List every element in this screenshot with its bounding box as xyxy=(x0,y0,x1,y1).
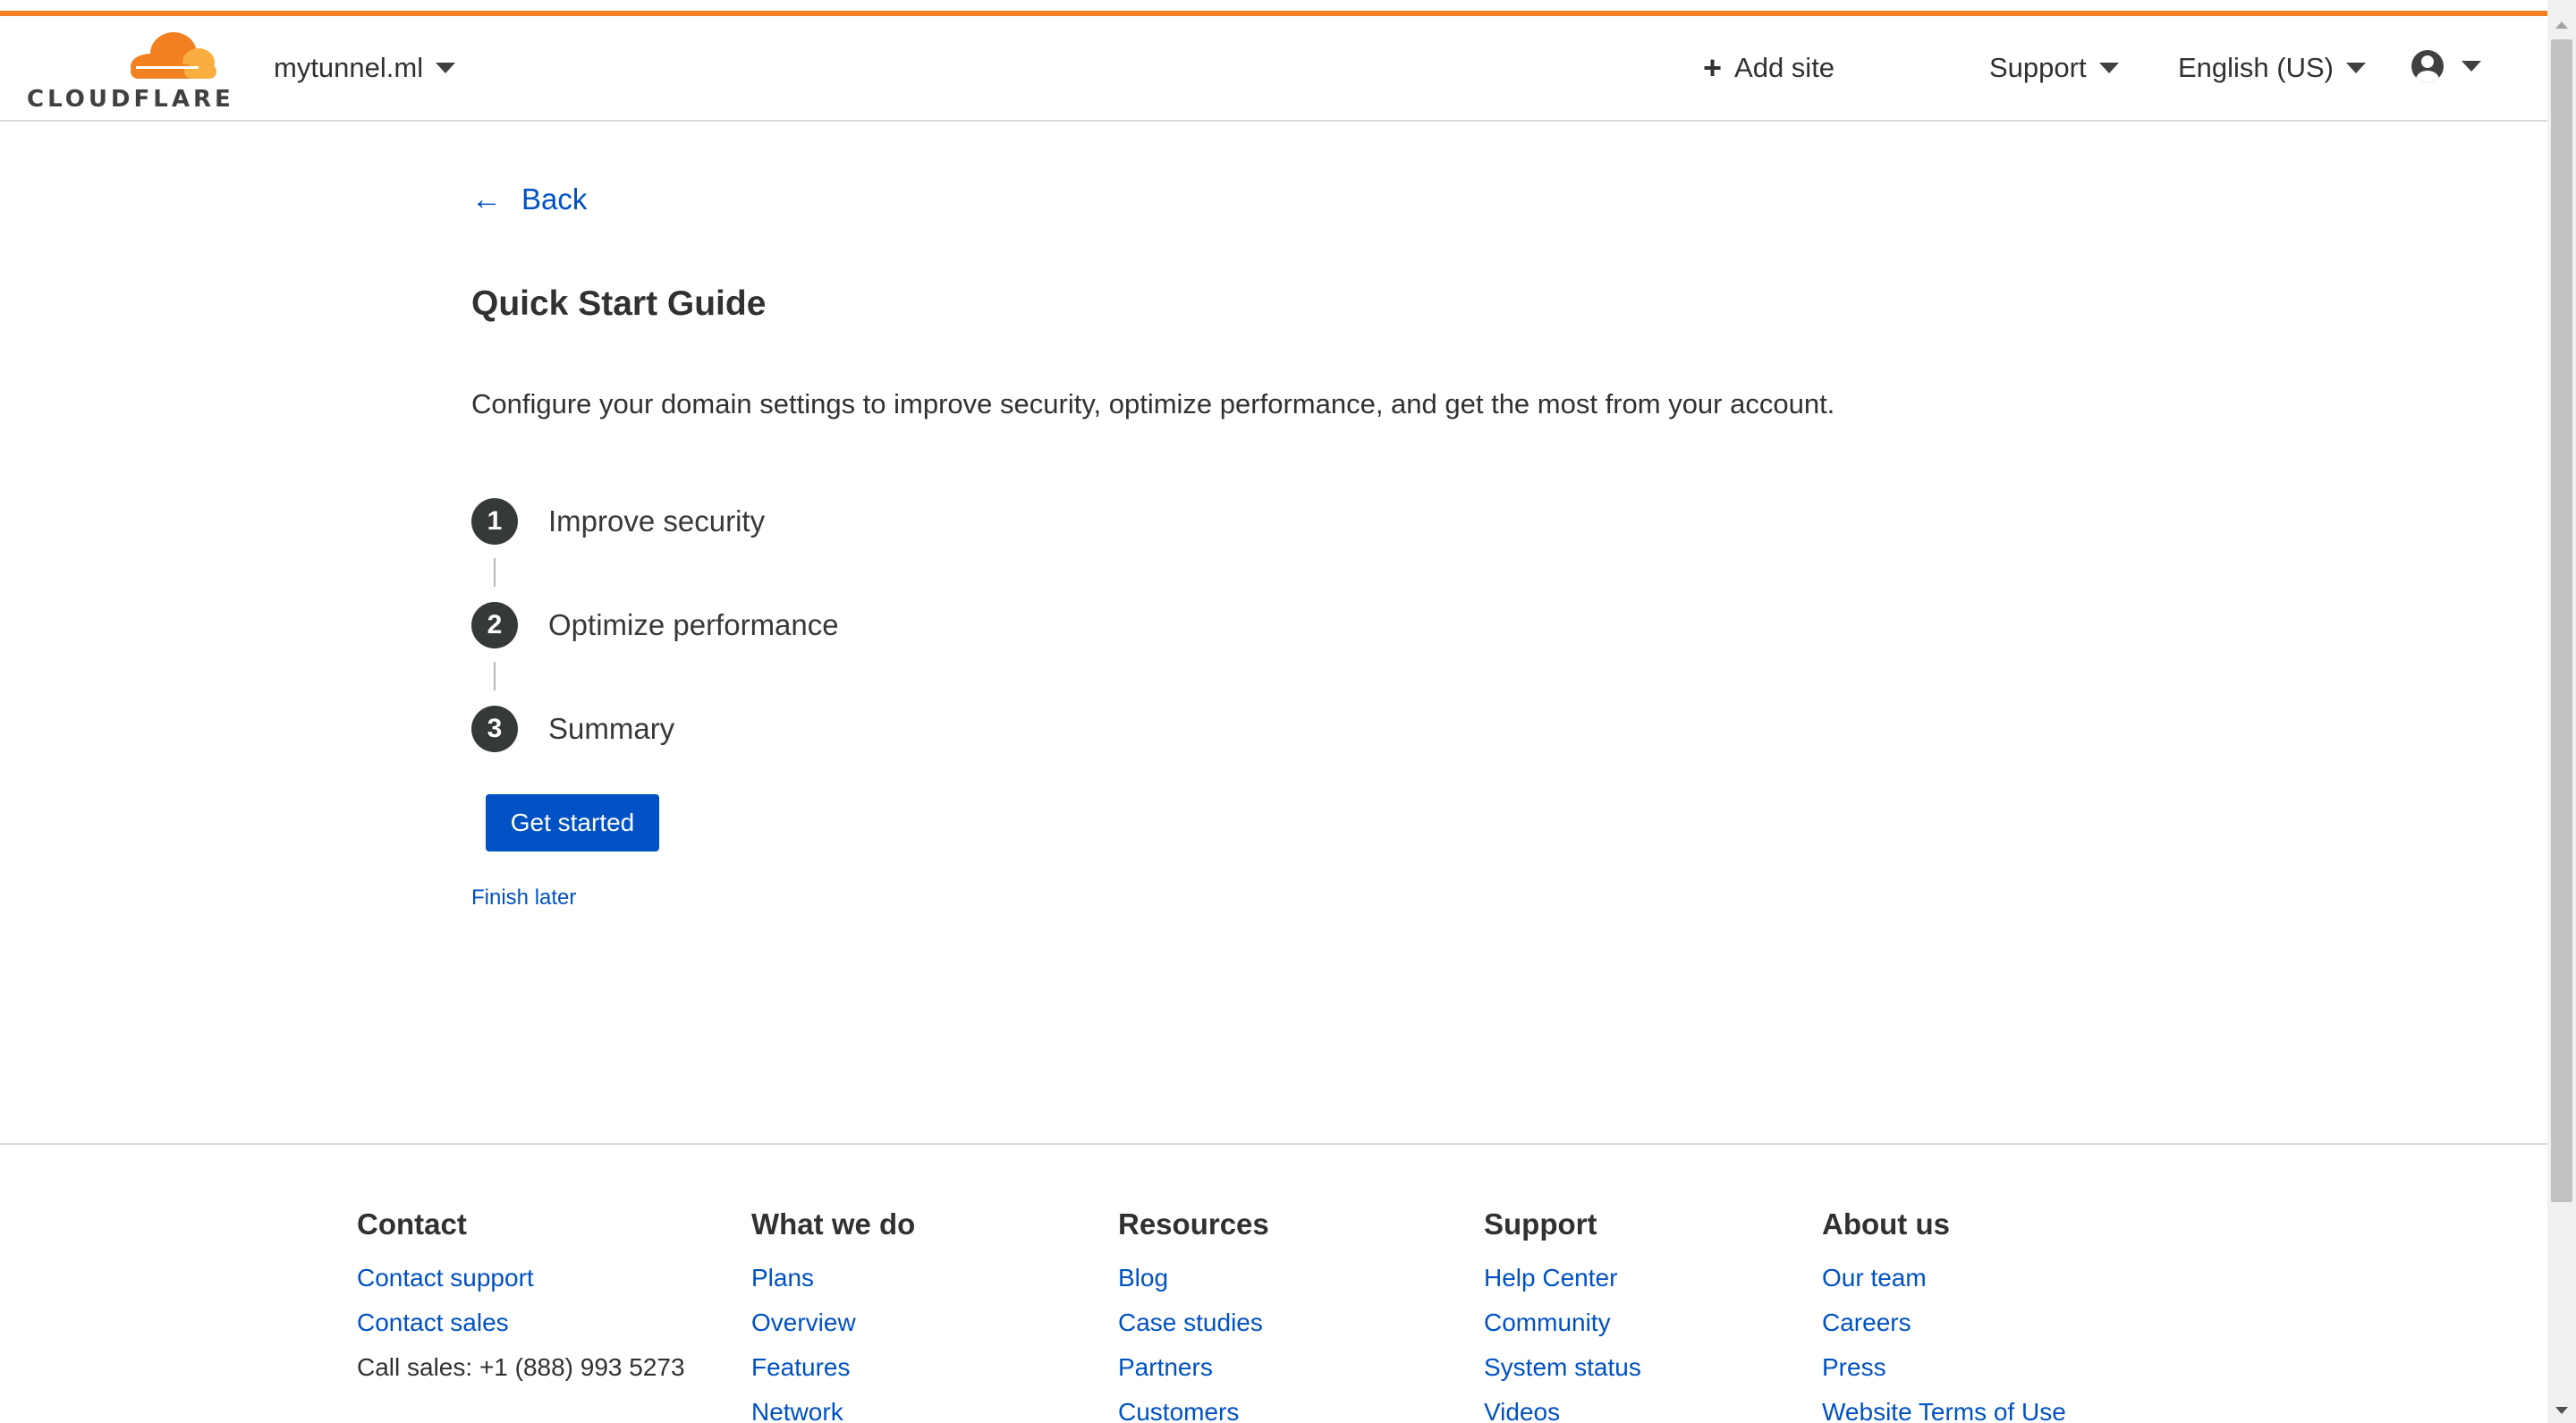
footer-link-press[interactable]: Press xyxy=(1822,1352,2066,1397)
step-number: 2 xyxy=(471,602,518,648)
footer-heading: About us xyxy=(1822,1207,1950,1241)
footer-heading: Resources xyxy=(1118,1207,1269,1241)
finish-later-link[interactable]: Finish later xyxy=(471,885,576,911)
add-site-label: Add site xyxy=(1734,52,1835,83)
back-label: Back xyxy=(521,182,588,216)
logo-wordmark: CLOUDFLARE xyxy=(27,86,234,113)
footer-link-contact-support[interactable]: Contact support xyxy=(357,1263,685,1308)
footer-link-partners[interactable]: Partners xyxy=(1118,1352,1269,1397)
top-header: CLOUDFLARE mytunnel.ml + Add site Suppor… xyxy=(0,16,2547,122)
chevron-down-icon xyxy=(2346,63,2366,73)
footer-link-network[interactable]: Network xyxy=(751,1397,915,1423)
chevron-down-icon xyxy=(2098,63,2119,73)
arrow-left-icon: ← xyxy=(471,182,502,216)
footer-link-system-status[interactable]: System status xyxy=(1484,1352,1641,1397)
language-label: English (US) xyxy=(2178,52,2334,83)
chevron-down-icon xyxy=(2462,61,2481,72)
vertical-scrollbar[interactable] xyxy=(2547,0,2576,1423)
cloudflare-logo[interactable]: CLOUDFLARE xyxy=(27,30,231,116)
footer-link-videos[interactable]: Videos xyxy=(1484,1397,1641,1423)
support-label: Support xyxy=(1989,52,2087,83)
get-started-button[interactable]: Get started xyxy=(486,794,659,851)
add-site-button[interactable]: + Add site xyxy=(1703,52,1835,84)
footer-divider xyxy=(0,1143,2547,1145)
cloud-logo-icon xyxy=(131,32,216,79)
step-number: 3 xyxy=(471,706,518,752)
support-menu[interactable]: Support xyxy=(1989,52,2119,84)
scroll-down-arrow-icon[interactable] xyxy=(2555,1407,2568,1414)
footer-link-community[interactable]: Community xyxy=(1484,1308,1641,1352)
footer-link-help-center[interactable]: Help Center xyxy=(1484,1263,1641,1308)
chevron-down-icon xyxy=(436,63,456,73)
footer-heading: Support xyxy=(1484,1207,1597,1241)
footer-column-what-we-do: What we do Plans Overview Features Netwo… xyxy=(751,1207,915,1423)
step-improve-security: 1 Improve security xyxy=(471,498,765,545)
footer-column-about-us: About us Our team Careers Press Website … xyxy=(1822,1207,2066,1423)
footer-link-careers[interactable]: Careers xyxy=(1822,1308,2066,1352)
scroll-up-arrow-icon[interactable] xyxy=(2555,21,2568,29)
footer-column-support: Support Help Center Community System sta… xyxy=(1484,1207,1641,1423)
footer-link-overview[interactable]: Overview xyxy=(751,1308,915,1352)
step-label: Summary xyxy=(548,712,675,745)
footer-link-case-studies[interactable]: Case studies xyxy=(1118,1308,1269,1352)
step-connector xyxy=(494,662,496,690)
footer-link-features[interactable]: Features xyxy=(751,1352,915,1397)
footer-link-website-terms[interactable]: Website Terms of Use xyxy=(1822,1397,2066,1423)
step-summary: 3 Summary xyxy=(471,706,674,752)
footer-column-contact: Contact Contact support Contact sales Ca… xyxy=(357,1207,685,1397)
step-label: Improve security xyxy=(548,504,766,538)
page-title: Quick Start Guide xyxy=(471,284,767,323)
footer-link-contact-sales[interactable]: Contact sales xyxy=(357,1308,685,1352)
intro-text: Configure your domain settings to improv… xyxy=(471,388,1835,419)
step-optimize-performance: 2 Optimize performance xyxy=(471,602,839,648)
step-connector xyxy=(494,558,496,587)
user-menu[interactable] xyxy=(2411,50,2481,82)
step-label: Optimize performance xyxy=(548,608,839,641)
user-avatar-icon xyxy=(2411,50,2444,82)
scrollbar-thumb[interactable] xyxy=(2551,39,2572,1202)
footer-heading: What we do xyxy=(751,1207,916,1241)
domain-name: mytunnel.ml xyxy=(274,52,424,83)
footer-column-resources: Resources Blog Case studies Partners Cus… xyxy=(1118,1207,1269,1423)
plus-icon: + xyxy=(1703,49,1723,86)
footer-link-our-team[interactable]: Our team xyxy=(1822,1263,2066,1308)
footer-heading: Contact xyxy=(357,1207,467,1241)
footer-sales-phone: Call sales: +1 (888) 993 5273 xyxy=(357,1353,685,1381)
page: CLOUDFLARE mytunnel.ml + Add site Suppor… xyxy=(0,0,2547,1423)
footer-link-customers[interactable]: Customers xyxy=(1118,1397,1269,1423)
back-link[interactable]: ← Back xyxy=(471,182,587,216)
step-number: 1 xyxy=(471,498,518,545)
footer-link-plans[interactable]: Plans xyxy=(751,1263,915,1308)
footer-link-blog[interactable]: Blog xyxy=(1118,1263,1269,1308)
language-menu[interactable]: English (US) xyxy=(2178,52,2366,84)
domain-selector[interactable]: mytunnel.ml xyxy=(274,52,456,84)
